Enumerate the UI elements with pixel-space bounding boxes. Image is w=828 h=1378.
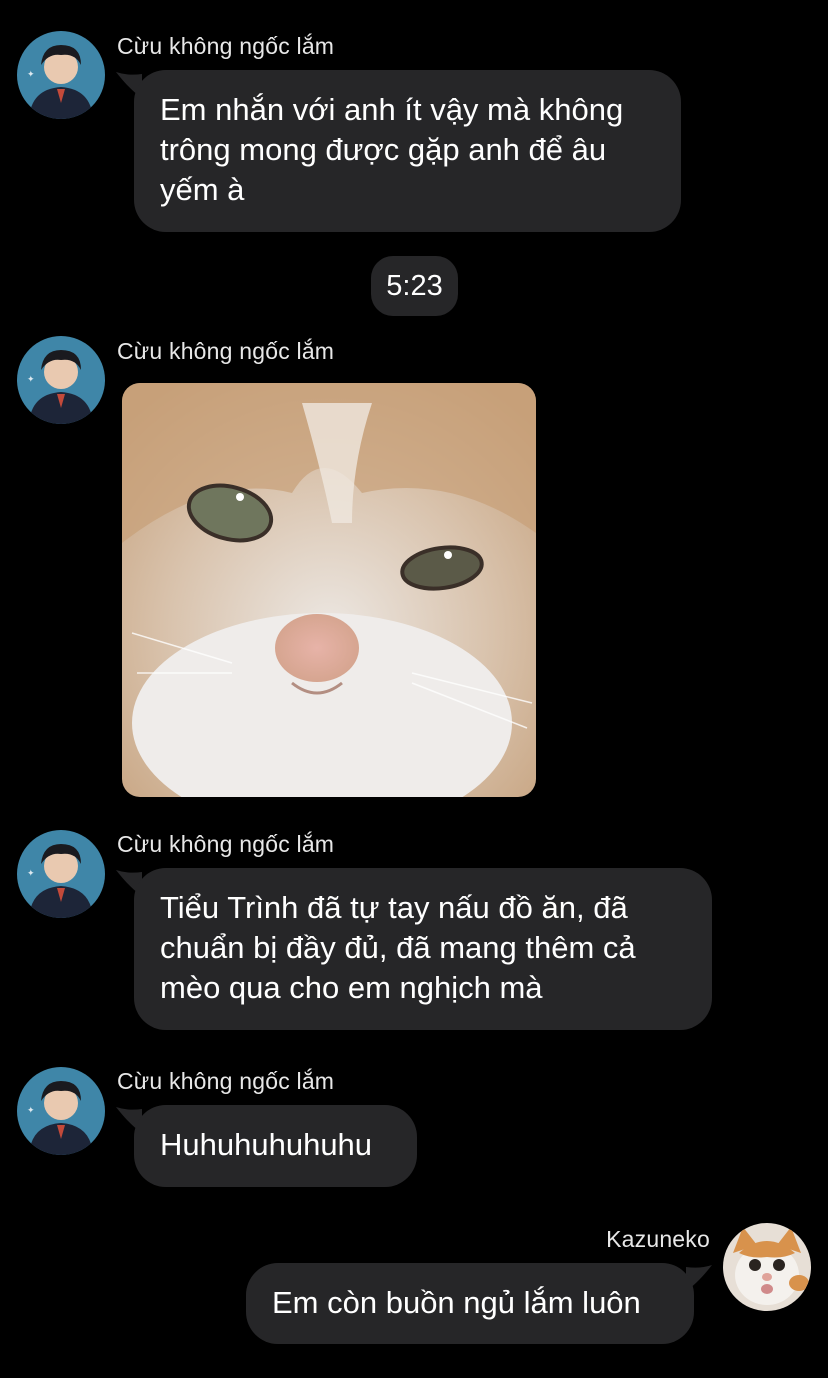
message-bubble[interactable]: Tiểu Trình đã tự tay nấu đồ ăn, đã chuẩn… bbox=[134, 868, 712, 1030]
svg-text:✦: ✦ bbox=[27, 869, 35, 879]
svg-text:✦: ✦ bbox=[27, 70, 35, 80]
crying-cat-photo[interactable] bbox=[122, 383, 536, 797]
sender-avatar[interactable]: ✦ bbox=[17, 31, 105, 119]
sender-name: Cừu không ngốc lắm bbox=[117, 33, 335, 59]
sender-name: Cừu không ngốc lắm bbox=[117, 1068, 335, 1094]
svg-text:✦: ✦ bbox=[27, 375, 35, 385]
sender-avatar[interactable]: ✦ bbox=[17, 830, 105, 918]
sender-avatar[interactable]: ✦ bbox=[17, 336, 105, 424]
message-bubble[interactable]: Em còn buồn ngủ lắm luôn bbox=[246, 1263, 694, 1344]
message-bubble[interactable]: Em nhắn với anh ít vậy mà không trông mo… bbox=[134, 70, 681, 232]
sender-name: Kazuneko bbox=[606, 1226, 710, 1252]
self-avatar[interactable] bbox=[723, 1223, 811, 1311]
sender-name: Cừu không ngốc lắm bbox=[117, 338, 335, 364]
sender-name: Cừu không ngốc lắm bbox=[117, 831, 335, 857]
time-separator: 5:23 bbox=[371, 256, 458, 316]
message-bubble[interactable]: Huhuhuhuhuhu bbox=[134, 1105, 417, 1187]
sender-avatar[interactable]: ✦ bbox=[17, 1067, 105, 1155]
svg-text:✦: ✦ bbox=[27, 1106, 35, 1116]
